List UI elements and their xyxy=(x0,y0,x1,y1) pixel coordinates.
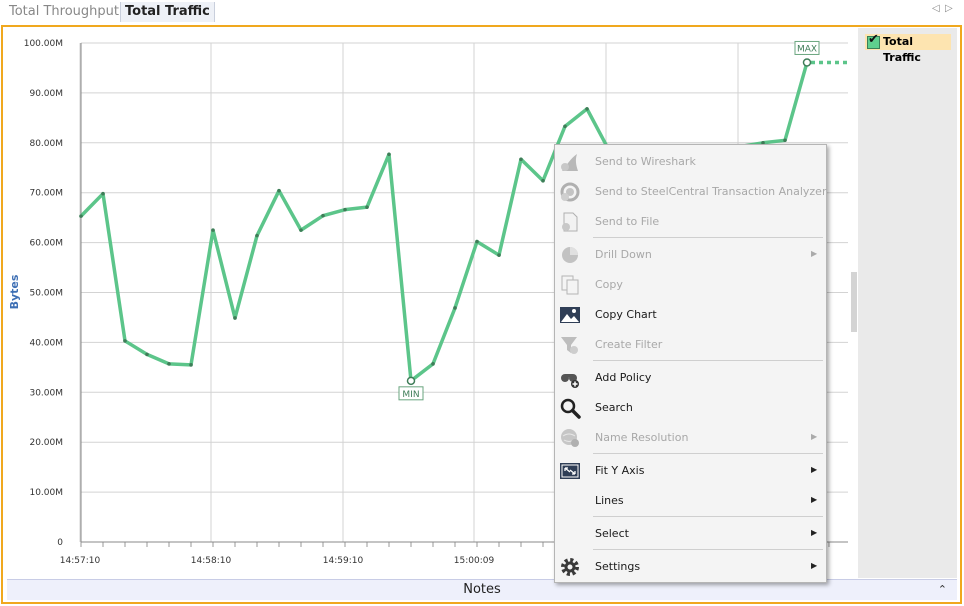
binoculars-add-icon xyxy=(561,374,579,388)
annotation-label-min: MIN xyxy=(402,390,419,400)
data-point xyxy=(255,233,259,238)
file-add-icon xyxy=(562,212,578,232)
data-point xyxy=(585,107,589,111)
data-point xyxy=(277,188,281,193)
gear-icon xyxy=(561,558,579,576)
menu-item-add-policy[interactable]: Add Policy xyxy=(555,364,826,392)
y-tick-label: 30.00M xyxy=(29,388,63,398)
menu-separator xyxy=(593,360,823,361)
menu-item-lines[interactable]: Lines ▶ xyxy=(555,487,826,515)
y-tick-label: 70.00M xyxy=(29,189,63,199)
data-point xyxy=(145,352,149,357)
data-point xyxy=(233,316,237,320)
y-axis-label: Bytes xyxy=(8,274,21,309)
menu-item-copy-chart[interactable]: Copy Chart xyxy=(555,301,826,329)
x-tick-label: 15:00:09 xyxy=(454,556,495,566)
data-point xyxy=(541,178,545,183)
pie-chart-icon xyxy=(562,247,578,263)
y-tick-label: 90.00M xyxy=(29,89,63,99)
data-point xyxy=(365,205,369,209)
scrollbar-thumb[interactable] xyxy=(851,272,857,332)
data-point xyxy=(343,207,347,212)
y-tick-label: 60.00M xyxy=(29,239,63,249)
data-point xyxy=(167,362,171,366)
menu-item-fit-y-axis[interactable]: Fit Y Axis ▶ xyxy=(555,457,826,485)
x-tick-label: 14:59:10 xyxy=(323,556,364,566)
shark-fin-icon xyxy=(561,154,578,171)
menu-item-name-resolution[interactable]: Name Resolution ▶ xyxy=(555,424,826,452)
image-icon xyxy=(560,307,580,323)
data-point xyxy=(387,152,391,157)
y-tick-label: 80.00M xyxy=(29,139,63,149)
legend-label: Total Traffic xyxy=(883,35,921,64)
data-point xyxy=(475,239,479,244)
y-tick-label: 10.00M xyxy=(29,488,63,498)
submenu-arrow-icon: ▶ xyxy=(811,561,818,570)
menu-item-send-to-wireshark[interactable]: Send to Wireshark xyxy=(555,148,826,176)
legend-item-total-traffic[interactable]: Total Traffic xyxy=(865,32,951,64)
menu-item-select[interactable]: Select ▶ xyxy=(555,520,826,548)
menu-item-search[interactable]: Search xyxy=(555,394,826,422)
menu-item-settings[interactable]: Settings ▶ xyxy=(555,553,826,581)
y-tick-label: 40.00M xyxy=(29,338,63,348)
submenu-arrow-icon: ▶ xyxy=(811,465,818,474)
menu-separator xyxy=(593,516,823,517)
menu-item-drill-down[interactable]: Drill Down ▶ xyxy=(555,241,826,269)
submenu-arrow-icon: ▶ xyxy=(811,249,818,258)
data-point xyxy=(79,214,83,218)
menu-item-create-filter[interactable]: Create Filter xyxy=(555,331,826,359)
annotation-marker xyxy=(406,376,416,386)
filter-icon xyxy=(561,337,578,354)
y-tick-label: 20.00M xyxy=(29,438,63,448)
data-point xyxy=(101,191,105,196)
annotation-marker xyxy=(802,58,812,67)
gear-globe-icon xyxy=(560,182,580,202)
data-point xyxy=(563,124,567,129)
context-menu: Send to Wireshark Send to SteelCentral T… xyxy=(554,144,827,583)
menu-separator xyxy=(593,549,823,550)
x-tick-label: 14:57:10 xyxy=(60,556,101,566)
y-tick-label: 50.00M xyxy=(29,289,63,299)
magnifier-icon xyxy=(560,398,581,419)
notes-label: Notes xyxy=(463,582,501,597)
annotation-label-max: MAX xyxy=(797,44,817,54)
data-point xyxy=(123,339,127,343)
data-point xyxy=(453,306,457,310)
data-point xyxy=(321,213,325,218)
data-point xyxy=(299,228,303,232)
y-tick-label: 100.00M xyxy=(24,39,63,49)
submenu-arrow-icon: ▶ xyxy=(811,528,818,537)
data-point xyxy=(497,253,501,257)
y-tick-label: 0 xyxy=(57,538,63,548)
x-tick-label: 14:58:10 xyxy=(191,556,232,566)
menu-separator xyxy=(593,453,823,454)
copy-icon xyxy=(561,275,579,295)
data-point xyxy=(189,363,193,367)
menu-item-send-to-file[interactable]: Send to File xyxy=(555,208,826,236)
data-point xyxy=(783,138,787,143)
data-point xyxy=(431,362,435,366)
legend-checkbox[interactable] xyxy=(867,32,880,49)
submenu-arrow-icon: ▶ xyxy=(811,495,818,504)
menu-separator xyxy=(593,237,823,238)
legend-panel: Total Traffic xyxy=(858,28,957,578)
submenu-arrow-icon: ▶ xyxy=(811,432,818,441)
menu-item-copy[interactable]: Copy xyxy=(555,271,826,299)
data-point xyxy=(519,157,523,162)
menu-item-send-to-steelcentral[interactable]: Send to SteelCentral Transaction Analyze… xyxy=(555,178,826,206)
fit-axis-icon xyxy=(560,463,580,479)
globe-question-icon xyxy=(561,429,579,447)
expand-up-icon[interactable]: ⌃ xyxy=(938,580,947,600)
data-point xyxy=(211,228,215,232)
